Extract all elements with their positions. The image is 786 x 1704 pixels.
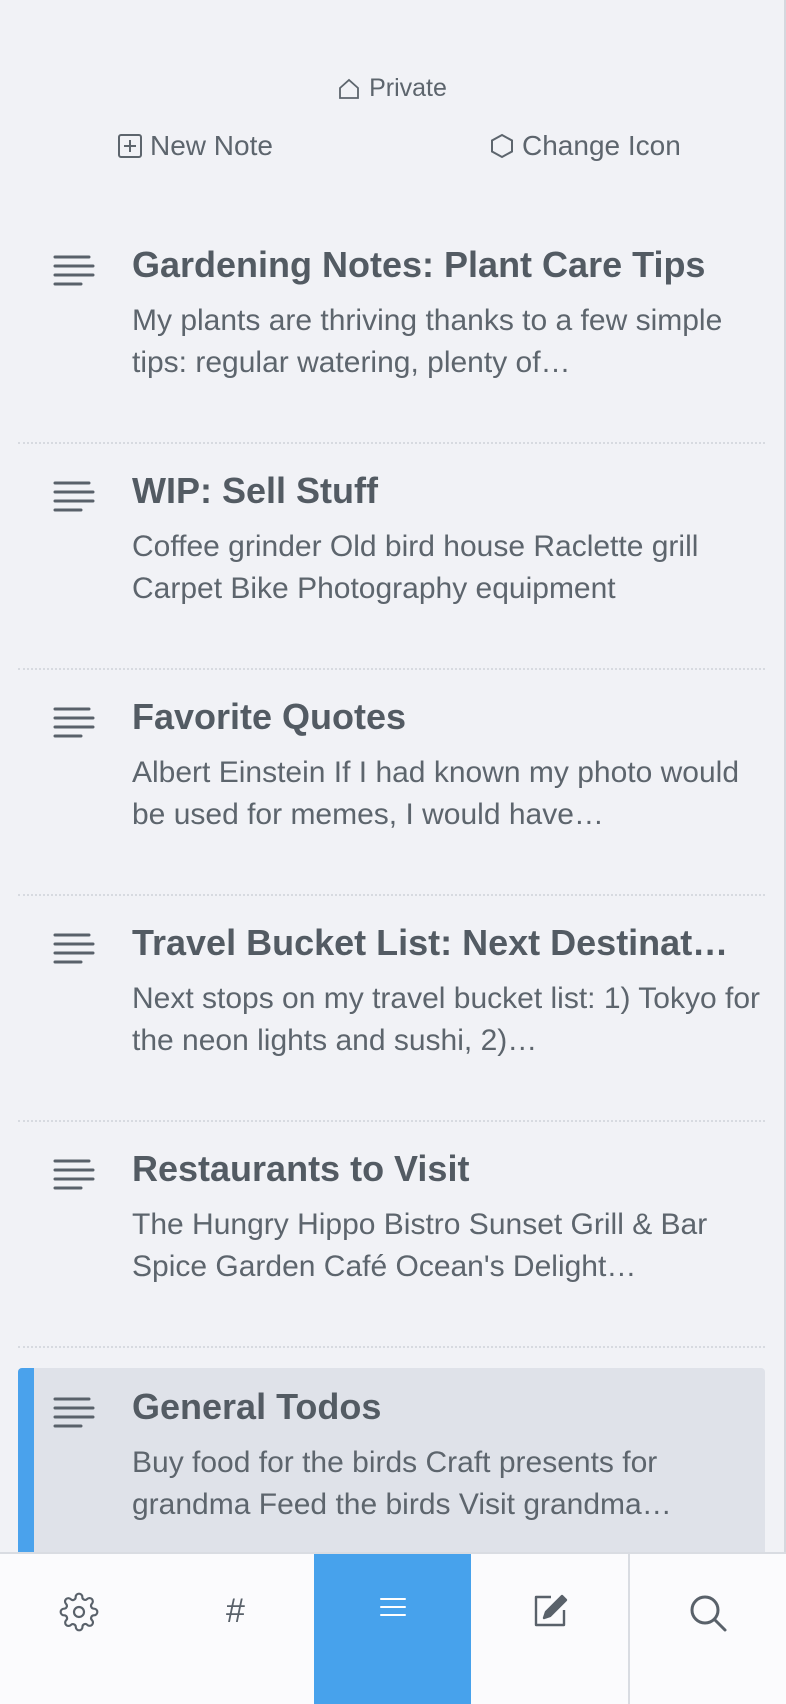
notes-list: Gardening Notes: Plant Care Tips My plan… [18, 218, 765, 1556]
note-title: Gardening Notes: Plant Care Tips [132, 244, 706, 285]
note-list-item-selected[interactable]: General Todos Buy food for the birds Cra… [18, 1368, 765, 1556]
note-list-item[interactable]: Restaurants to Visit The Hungry Hippo Bi… [18, 1122, 765, 1348]
tab-settings[interactable] [0, 1554, 157, 1704]
note-preview: Albert Einstein If I had known my photo … [132, 756, 740, 831]
note-title: Favorite Quotes [132, 696, 407, 737]
plus-square-icon [118, 134, 142, 158]
search-icon [690, 1595, 727, 1632]
tab-search[interactable] [628, 1554, 786, 1704]
home-icon [339, 78, 359, 99]
change-icon-button[interactable]: Change Icon [488, 130, 681, 162]
gear-icon [59, 1592, 98, 1632]
note-lines-icon [53, 1159, 95, 1190]
compose-icon [534, 1594, 567, 1627]
selection-accent-bar [18, 1368, 34, 1556]
folder-location-label: Private [369, 74, 447, 102]
hexagon-icon [491, 133, 513, 159]
note-title: Restaurants to Visit [132, 1148, 470, 1189]
bottom-tab-bar: # [0, 1552, 786, 1704]
tab-notes[interactable] [314, 1554, 471, 1704]
new-note-button[interactable]: New Note [116, 130, 273, 162]
folder-location[interactable]: Private [0, 74, 784, 103]
hash-icon: # [226, 1592, 245, 1630]
note-title: WIP: Sell Stuff [132, 470, 378, 511]
note-title: General Todos [132, 1386, 382, 1427]
note-list-item[interactable]: WIP: Sell Stuff Coffee grinder Old bird … [18, 444, 765, 670]
note-lines-icon [53, 707, 95, 738]
note-preview: My plants are thriving thanks to a few s… [132, 304, 723, 379]
note-preview: Buy food for the birds Craft presents fo… [132, 1446, 672, 1521]
note-preview: Next stops on my travel bucket list: 1) … [132, 982, 761, 1057]
note-lines-icon [53, 481, 95, 512]
note-list-item[interactable]: Travel Bucket List: Next Destinat… Next … [18, 896, 765, 1122]
note-preview: The Hungry Hippo Bistro Sunset Grill & B… [132, 1208, 708, 1283]
list-icon [379, 1598, 406, 1616]
note-lines-icon [53, 933, 95, 964]
tab-tags[interactable]: # [157, 1554, 314, 1704]
note-lines-icon [53, 1397, 95, 1428]
notes-header: Private New Note Change Icon [0, 0, 784, 190]
note-lines-icon [53, 255, 95, 286]
note-preview: Coffee grinder Old bird house Raclette g… [132, 530, 699, 605]
tab-edit[interactable] [471, 1554, 628, 1704]
new-note-label: New Note [150, 130, 273, 161]
note-title: Travel Bucket List: Next Destinat… [132, 922, 729, 963]
change-icon-label: Change Icon [522, 130, 681, 161]
note-list-item[interactable]: Gardening Notes: Plant Care Tips My plan… [18, 218, 765, 444]
note-list-item[interactable]: Favorite Quotes Albert Einstein If I had… [18, 670, 765, 896]
